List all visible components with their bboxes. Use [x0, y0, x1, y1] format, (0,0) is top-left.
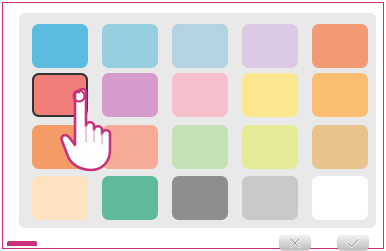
color-swatch[interactable]	[102, 125, 158, 169]
color-swatch[interactable]	[312, 125, 368, 169]
color-swatch[interactable]	[102, 176, 158, 220]
close-icon	[289, 237, 301, 248]
color-picker-window	[2, 2, 384, 250]
corner-tab	[7, 241, 37, 246]
color-swatch[interactable]	[32, 24, 88, 68]
color-swatch[interactable]	[242, 73, 298, 117]
color-swatch[interactable]	[32, 176, 88, 220]
color-swatch[interactable]	[32, 125, 88, 169]
color-swatch[interactable]	[102, 24, 158, 68]
color-swatch[interactable]	[312, 24, 368, 68]
color-swatch[interactable]	[242, 125, 298, 169]
color-swatch[interactable]	[172, 73, 228, 117]
color-swatch[interactable]	[312, 73, 368, 117]
cancel-button[interactable]	[279, 235, 311, 250]
color-swatch[interactable]	[32, 73, 88, 117]
color-swatch[interactable]	[242, 24, 298, 68]
color-swatch[interactable]	[172, 24, 228, 68]
color-swatch[interactable]	[172, 125, 228, 169]
color-swatch[interactable]	[312, 176, 368, 220]
confirm-button[interactable]	[337, 235, 369, 250]
color-swatch[interactable]	[172, 176, 228, 220]
color-swatch[interactable]	[102, 73, 158, 117]
checkmark-icon	[346, 237, 360, 248]
color-swatch[interactable]	[242, 176, 298, 220]
swatch-panel	[19, 13, 376, 228]
